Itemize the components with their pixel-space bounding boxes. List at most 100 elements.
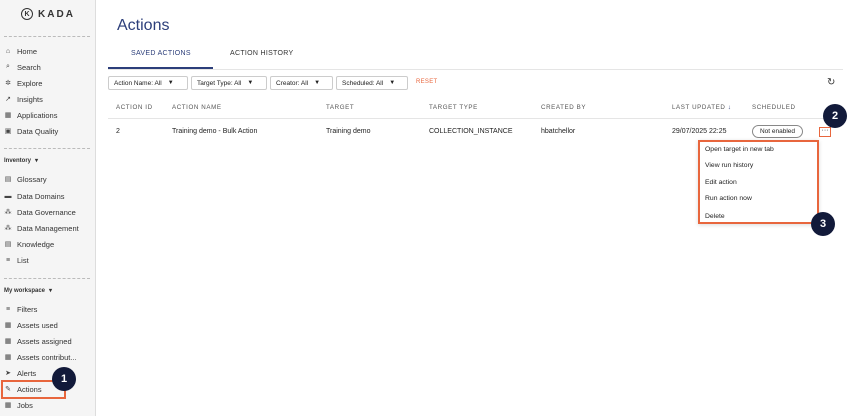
book-icon: ▤ [4, 176, 12, 183]
sidebar-item-label: Alerts [17, 368, 37, 378]
page-title: Actions [117, 17, 170, 34]
sidebar-item-insights[interactable]: ↗ Insights [4, 92, 94, 106]
column-header-scheduled[interactable]: SCHEDULED [752, 104, 796, 111]
kada-logo[interactable]: K KADA [0, 6, 96, 22]
folder-icon: ▬ [4, 192, 12, 200]
filter-creator[interactable]: Creator: All ▼ [270, 76, 333, 90]
sidebar-item-label: Assets used [17, 320, 58, 330]
sidebar-item-label: Home [17, 46, 38, 56]
send-icon: ➤ [5, 370, 11, 377]
sidebar-divider [4, 36, 90, 37]
column-header-target[interactable]: TARGET [326, 104, 354, 111]
reset-filters-button[interactable]: RESET [416, 79, 438, 85]
cell-created-by: hbatchellor [541, 128, 576, 135]
sidebar-item-list[interactable]: ≡ List [4, 253, 94, 267]
sidebar-item-filters[interactable]: ≡ Filters [4, 302, 94, 316]
cell-action-id: 2 [116, 128, 120, 135]
caret-down-icon: ▼ [314, 80, 321, 86]
sidebar: K KADA ⌂ Home ⌕ Search ✲ Explore ↗ Insights … [0, 0, 96, 416]
table-header-divider [108, 118, 843, 119]
caret-down-icon: ▼ [167, 80, 174, 86]
sidebar-item-label: Glossary [17, 174, 47, 184]
sidebar-item-search[interactable]: ⌕ Search [4, 60, 94, 74]
kada-logo-icon: K [21, 8, 34, 20]
filter-label: Creator: All [276, 79, 309, 87]
sidebar-item-label: Search [17, 62, 41, 72]
menu-item-view-run-history[interactable]: View run history [705, 162, 753, 169]
column-header-action-id[interactable]: ACTION ID [116, 104, 153, 111]
sidebar-item-data-governance[interactable]: ⁂ Data Governance [4, 205, 94, 219]
column-header-action-name[interactable]: ACTION NAME [172, 104, 222, 111]
sidebar-item-applications[interactable]: ▦ Applications [4, 108, 94, 122]
refresh-icon[interactable]: ↻ [827, 77, 835, 88]
quality-icon: ▣ [4, 128, 12, 135]
brand-name: KADA [38, 8, 75, 20]
caret-down-icon: ▼ [389, 80, 396, 86]
caret-down-icon: ▾ [35, 158, 39, 164]
sidebar-item-label: Insights [17, 94, 43, 104]
explore-icon: ✲ [5, 80, 11, 87]
grid-icon: ▦ [4, 112, 12, 119]
sidebar-item-home[interactable]: ⌂ Home [4, 44, 94, 58]
filter-target-type[interactable]: Target Type: All ▼ [191, 76, 267, 90]
filter-scheduled[interactable]: Scheduled: All ▼ [336, 76, 408, 90]
cell-target-type: COLLECTION_INSTANCE [429, 128, 513, 135]
sidebar-item-label: Explore [17, 78, 43, 88]
caret-down-icon: ▾ [49, 288, 53, 294]
menu-item-edit-action[interactable]: Edit action [705, 179, 737, 186]
menu-item-run-action-now[interactable]: Run action now [705, 195, 752, 202]
trend-icon: ↗ [5, 96, 11, 103]
filter-label: Target Type: All [197, 79, 242, 87]
caret-down-icon: ▼ [247, 80, 254, 86]
list-icon: ≡ [5, 256, 11, 264]
column-header-target-type[interactable]: TARGET TYPE [429, 104, 478, 111]
sidebar-item-alerts[interactable]: ➤ Alerts [4, 366, 94, 380]
sidebar-item-glossary[interactable]: ▤ Glossary [4, 172, 94, 186]
filter-label: Action Name: All [114, 79, 162, 87]
section-label: Inventory [4, 157, 32, 164]
header-label: LAST UPDATED [672, 104, 726, 111]
inventory-section-toggle[interactable]: Inventory ▾ [4, 157, 39, 165]
sidebar-divider [4, 148, 90, 149]
grid-icon: ▦ [4, 402, 12, 409]
scheduled-status-badge: Not enabled [752, 125, 803, 138]
tab-action-history[interactable]: ACTION HISTORY [230, 50, 293, 57]
sidebar-item-label: Data Governance [17, 207, 76, 217]
step-badge-1: 1 [52, 367, 76, 391]
sidebar-item-label: Assets assigned [17, 336, 72, 346]
sidebar-item-data-management[interactable]: ⁂ Data Management [4, 221, 94, 235]
table-icon: ▦ [4, 338, 12, 345]
sidebar-item-assets-used[interactable]: ▦ Assets used [4, 318, 94, 332]
cell-target: Training demo [326, 128, 371, 135]
menu-item-delete[interactable]: Delete [705, 213, 725, 220]
workspace-section-toggle[interactable]: My workspace ▾ [4, 287, 53, 295]
search-icon: ⌕ [6, 63, 10, 70]
sidebar-item-label: Filters [17, 304, 38, 314]
hierarchy-icon: ⁂ [4, 225, 12, 232]
menu-item-open-target[interactable]: Open target in new tab [705, 146, 774, 153]
column-header-created-by[interactable]: CREATED BY [541, 104, 586, 111]
sidebar-item-jobs[interactable]: ▦ Jobs [4, 398, 94, 412]
sidebar-item-knowledge[interactable]: ▤ Knowledge [4, 237, 94, 251]
filter-label: Scheduled: All [342, 79, 384, 87]
sidebar-item-data-domains[interactable]: ▬ Data Domains [4, 189, 94, 203]
tab-saved-actions[interactable]: SAVED ACTIONS [131, 50, 191, 57]
section-label: My workspace [4, 287, 46, 294]
sidebar-item-label: Knowledge [17, 239, 55, 249]
filter-icon: ≡ [5, 305, 11, 313]
table-icon: ▦ [4, 354, 12, 361]
tabs-divider [108, 69, 843, 70]
table-icon: ▦ [4, 322, 12, 329]
more-options-button[interactable]: ··· [819, 127, 831, 137]
filter-action-name[interactable]: Action Name: All ▼ [108, 76, 188, 90]
step-badge-3: 3 [811, 212, 835, 236]
sidebar-item-label: Assets contribut... [17, 352, 77, 362]
sidebar-item-explore[interactable]: ✲ Explore [4, 76, 94, 90]
sidebar-item-label: Jobs [17, 400, 33, 410]
sidebar-item-data-quality[interactable]: ▣ Data Quality [4, 124, 94, 138]
cell-action-name: Training demo - Bulk Action [172, 128, 258, 135]
sidebar-item-assets-assigned[interactable]: ▦ Assets assigned [4, 334, 94, 348]
sidebar-item-assets-contributed[interactable]: ▦ Assets contribut... [4, 350, 94, 364]
step-badge-2: 2 [823, 104, 847, 128]
column-header-last-updated[interactable]: LAST UPDATED ↓ [672, 104, 731, 111]
